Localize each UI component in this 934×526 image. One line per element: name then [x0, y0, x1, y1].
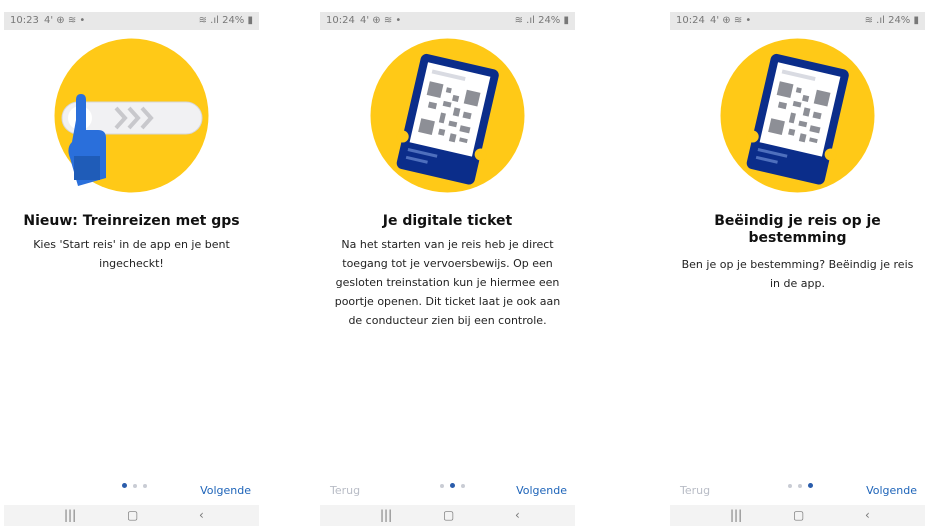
page-description: Kies 'Start reis' in de app en je bent i…	[33, 238, 230, 270]
status-bar: 10:24 4' ⊕ ≋ • ≋ .ıl 24% ▮	[320, 12, 575, 30]
status-right: ≋ .ıl 24% ▮	[198, 15, 253, 26]
recents-icon[interactable]: |||	[380, 508, 392, 522]
back-icon[interactable]: ‹	[515, 508, 520, 522]
page-indicator	[440, 483, 465, 488]
page-dot-3	[461, 483, 465, 488]
status-bar: 10:23 4' ⊕ ≋ • ≋ .ıl 24% ▮	[4, 12, 259, 30]
recents-icon[interactable]: |||	[64, 508, 76, 522]
page-dot-1	[122, 483, 127, 488]
status-bar: 10:24 4' ⊕ ≋ • ≋ .ıl 24% ▮	[670, 12, 925, 30]
page-dot-1	[440, 483, 444, 488]
recents-icon[interactable]: |||	[730, 508, 742, 522]
page-dot-2	[798, 483, 802, 488]
next-button[interactable]: Volgende	[866, 484, 917, 497]
onboarding-screen-1: 10:23 4' ⊕ ≋ • ≋ .ıl 24% ▮ Nieuw: Treinr…	[4, 12, 259, 526]
page-dot-3	[808, 483, 813, 488]
back-icon[interactable]: ‹	[199, 508, 204, 522]
back-button[interactable]: Terug	[680, 484, 710, 497]
status-right: ≋ .ıl 24% ▮	[514, 15, 569, 26]
status-right: ≋ .ıl 24% ▮	[864, 15, 919, 26]
status-time: 10:23	[10, 15, 39, 26]
page-indicator	[788, 483, 813, 488]
back-icon[interactable]: ‹	[865, 508, 870, 522]
page-description: Na het starten van je reis heb je direct…	[334, 238, 561, 327]
qr-ticket-icon	[720, 38, 875, 193]
page-title: Beëindig je reis op je bestemming	[714, 213, 881, 246]
next-button[interactable]: Volgende	[516, 484, 567, 497]
status-indicators: 4' ⊕ ≋ •	[44, 15, 86, 26]
page-dot-1	[788, 483, 792, 488]
home-icon[interactable]: ▢	[443, 508, 454, 522]
page-title: Nieuw: Treinreizen met gps	[23, 213, 240, 229]
qr-ticket-icon	[370, 38, 525, 193]
swipe-slider-hand-icon	[54, 38, 209, 193]
android-nav-bar: ||| ▢ ‹	[4, 505, 259, 526]
next-button[interactable]: Volgende	[200, 484, 251, 497]
page-description: Ben je op je bestemming? Beëindig je rei…	[681, 258, 914, 290]
home-icon[interactable]: ▢	[793, 508, 804, 522]
android-nav-bar: ||| ▢ ‹	[670, 505, 925, 526]
page-indicator	[122, 483, 147, 488]
status-time: 10:24	[676, 15, 705, 26]
home-icon[interactable]: ▢	[127, 508, 138, 522]
onboarding-screen-3: 10:24 4' ⊕ ≋ • ≋ .ıl 24% ▮ Beëindig je r…	[670, 12, 925, 526]
page-title: Je digitale ticket	[382, 213, 513, 229]
page-dot-2	[450, 483, 455, 488]
page-dot-2	[133, 483, 137, 488]
back-button[interactable]: Terug	[330, 484, 360, 497]
page-dot-3	[143, 483, 147, 488]
android-nav-bar: ||| ▢ ‹	[320, 505, 575, 526]
onboarding-screen-2: 10:24 4' ⊕ ≋ • ≋ .ıl 24% ▮ Je digitale t…	[320, 12, 575, 526]
status-indicators: 4' ⊕ ≋ •	[360, 15, 402, 26]
status-time: 10:24	[326, 15, 355, 26]
status-indicators: 4' ⊕ ≋ •	[710, 15, 752, 26]
